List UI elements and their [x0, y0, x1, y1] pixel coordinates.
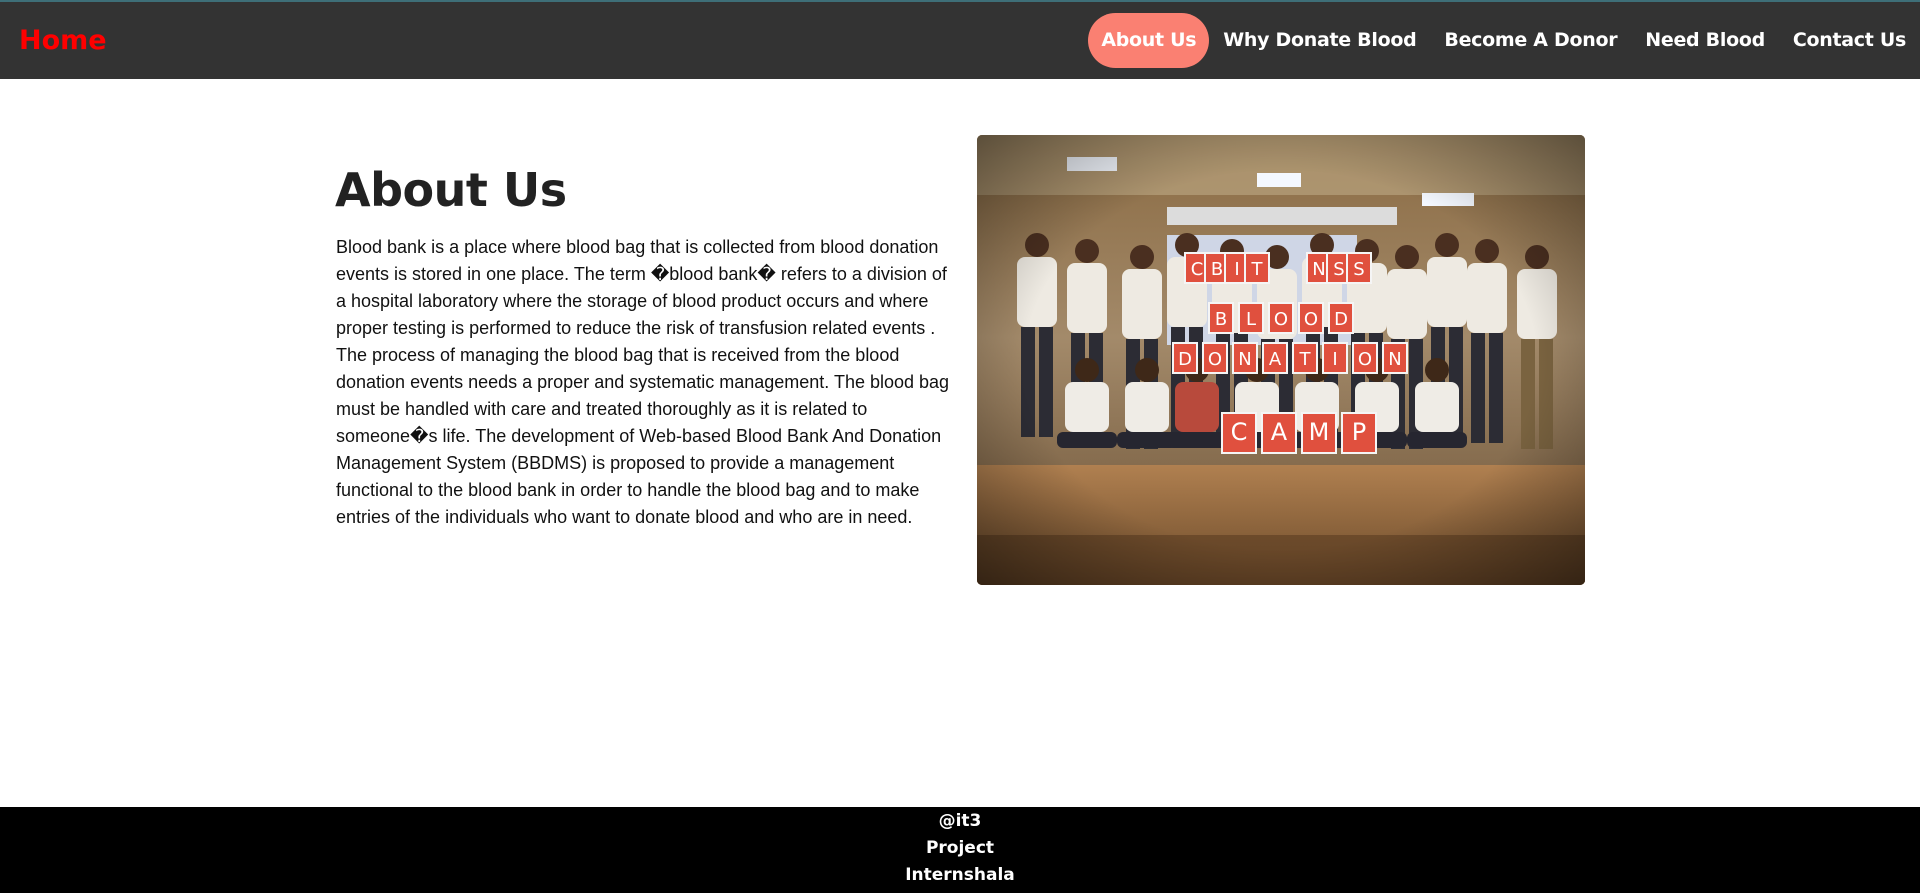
footer: @it3 Project Internshala — [0, 807, 1920, 893]
nav-contact-us[interactable]: Contact Us — [1779, 13, 1920, 68]
nav-need-blood[interactable]: Need Blood — [1631, 13, 1779, 68]
nav-become-a-donor[interactable]: Become A Donor — [1430, 13, 1631, 68]
nav-why-donate-blood[interactable]: Why Donate Blood — [1209, 13, 1430, 68]
navbar: Home About Us Why Donate Blood Become A … — [0, 0, 1920, 79]
home-link[interactable]: Home — [19, 25, 107, 56]
nav-links: About Us Why Donate Blood Become A Donor… — [1088, 12, 1920, 68]
page-title: About Us — [335, 163, 567, 217]
footer-line-project: Project — [925, 838, 995, 858]
about-description: Blood bank is a place where blood bag th… — [336, 237, 950, 527]
nav-about-us[interactable]: About Us — [1088, 12, 1210, 68]
footer-line-org: Internshala — [905, 865, 1015, 885]
footer-line-handle: @it3 — [938, 811, 982, 831]
blood-donation-camp-photo: CBITNSSBLOODDONATIONCAMP — [977, 135, 1585, 585]
